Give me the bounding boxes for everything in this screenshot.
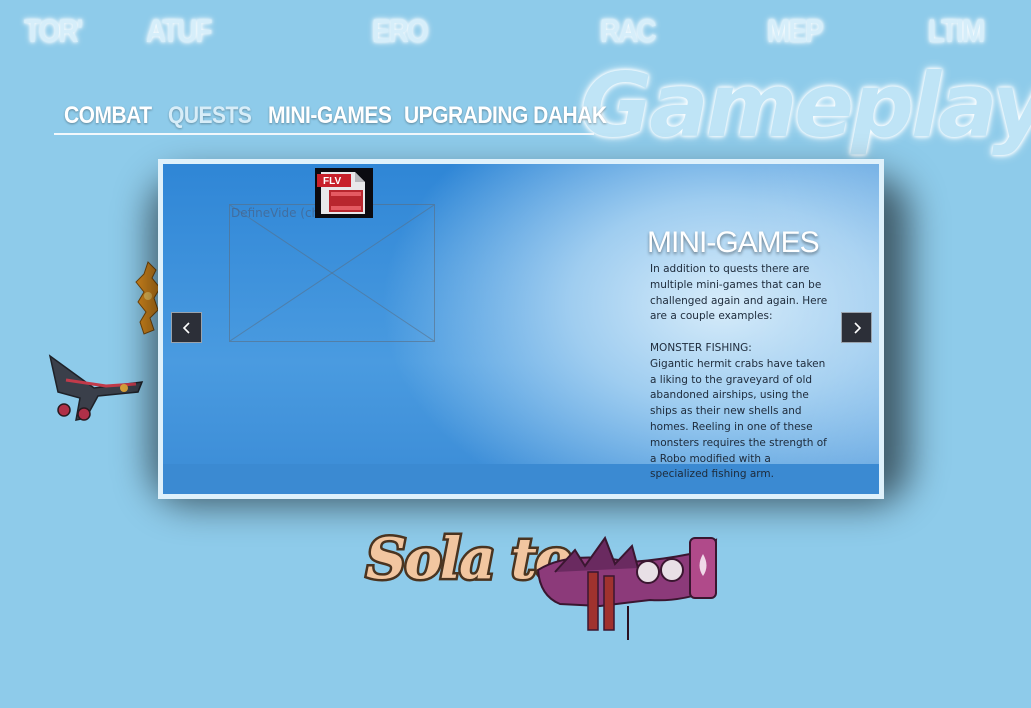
video-placeholder[interactable] xyxy=(229,204,435,342)
top-nav-item-story[interactable]: TOR' xyxy=(24,13,83,59)
game-logo: Sola to xyxy=(360,510,720,645)
flv-file-icon[interactable]: FLV xyxy=(315,168,373,218)
top-nav-item-hero[interactable]: ERO xyxy=(372,13,429,59)
logo-airship-icon xyxy=(536,535,718,640)
section-body: In addition to quests there are multiple… xyxy=(650,262,830,483)
chevron-right-icon xyxy=(853,321,861,334)
section-intro: In addition to quests there are multiple… xyxy=(650,263,828,323)
top-nav-item-characters[interactable]: RAC xyxy=(600,13,657,59)
airship-image xyxy=(48,354,144,421)
section-title: MINI-GAMES xyxy=(647,226,820,259)
top-nav-item-multimedia[interactable]: LTIM xyxy=(928,13,985,59)
tab-combat[interactable]: COMBAT xyxy=(64,102,152,130)
section-description: Gigantic hermit crabs have taken a likin… xyxy=(650,357,827,481)
content-panel: DefineVide (chid 19) FLV MINI-GAMES In a… xyxy=(158,159,884,499)
page-title: Gameplay xyxy=(580,54,1031,157)
chevron-left-icon xyxy=(182,321,190,334)
section-subheading: MONSTER FISHING: xyxy=(650,341,752,354)
flv-icon-label: FLV xyxy=(323,176,341,187)
top-nav-item-features[interactable]: ATUF xyxy=(146,13,213,59)
tab-mini-games[interactable]: MINI-GAMES xyxy=(268,102,392,130)
tabs-underline xyxy=(54,133,594,135)
prev-slide-button[interactable] xyxy=(171,312,202,343)
top-nav-item-gameplay[interactable]: MEP xyxy=(767,13,824,59)
video-placeholder-cross xyxy=(230,205,434,341)
tab-quests[interactable]: QUESTS xyxy=(168,102,252,130)
tab-upgrading-dahak[interactable]: UPGRADING DAHAK xyxy=(404,102,607,130)
next-slide-button[interactable] xyxy=(841,312,872,343)
